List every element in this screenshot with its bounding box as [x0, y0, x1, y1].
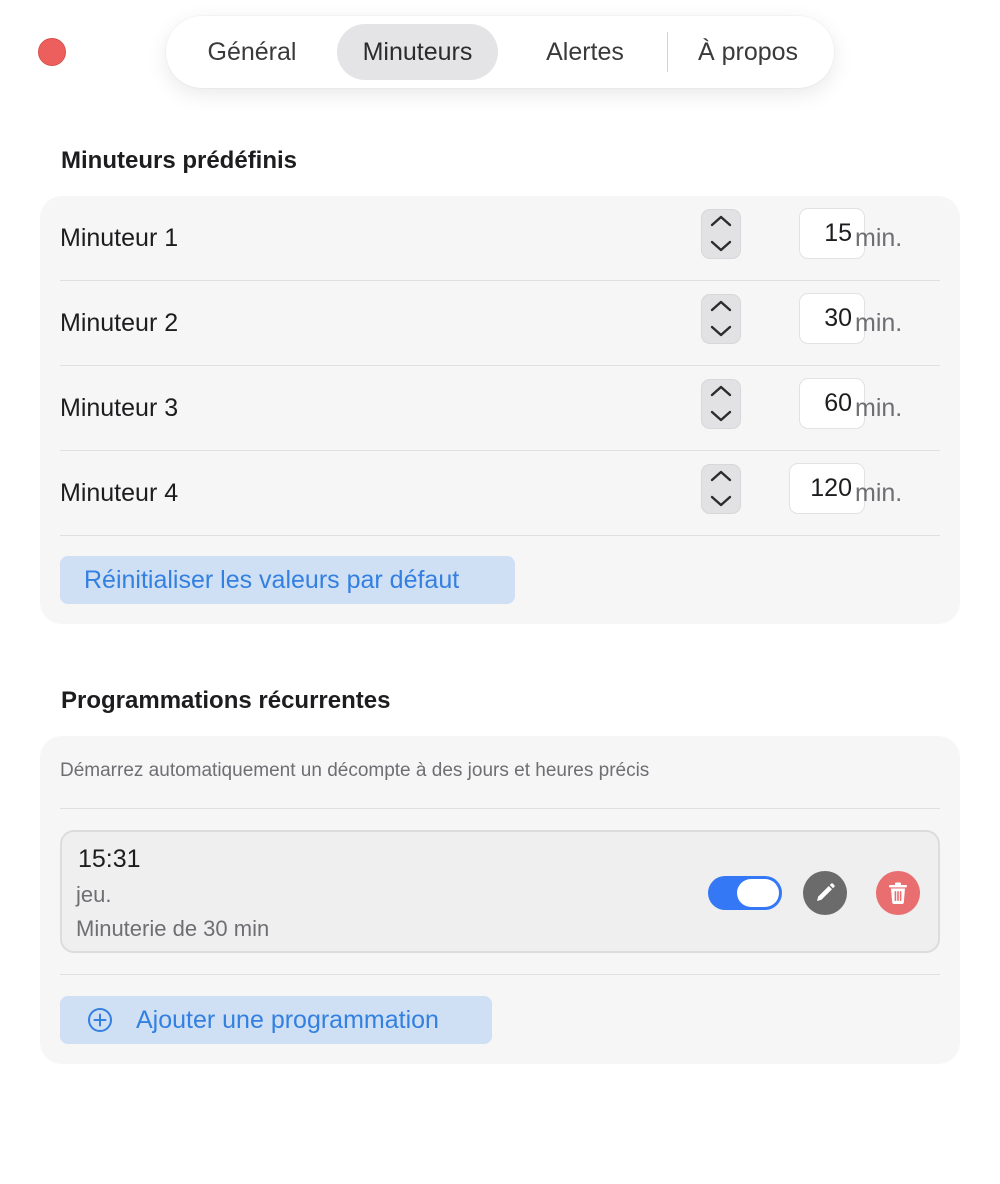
tab-separator — [667, 32, 668, 72]
presets-section-title: Minuteurs prédéfinis — [61, 147, 298, 174]
schedule-item: 15:31 jeu. Minuterie de 30 min — [60, 830, 940, 953]
row-divider — [60, 808, 940, 809]
row-divider — [60, 974, 940, 975]
stepper-increment[interactable] — [701, 209, 741, 234]
chevron-down-icon — [710, 495, 732, 507]
preset-minutes-input[interactable] — [789, 463, 865, 514]
delete-schedule-button[interactable] — [876, 871, 920, 915]
preset-stepper[interactable] — [701, 209, 741, 259]
schedules-description: Démarrez automatiquement un décompte à d… — [60, 760, 650, 781]
chevron-down-icon — [710, 325, 732, 337]
schedule-enabled-toggle[interactable] — [708, 876, 782, 910]
stepper-decrement[interactable] — [701, 234, 741, 259]
settings-window: Général Minuteurs Alertes À propos Minut… — [0, 0, 1000, 1184]
preset-row-1: Minuteur 1 min. — [60, 196, 940, 281]
presets-card: Minuteur 1 min. Minuteur 2 — [40, 196, 960, 624]
tab-general[interactable]: Général — [186, 24, 318, 80]
preset-label: Minuteur 4 — [60, 479, 179, 507]
close-icon[interactable] — [38, 38, 66, 66]
tab-bar: Général Minuteurs Alertes À propos — [166, 16, 834, 88]
plus-circle-icon — [88, 1008, 112, 1032]
add-schedule-button[interactable]: Ajouter une programmation — [60, 996, 492, 1044]
preset-unit-label: min. — [855, 394, 903, 422]
schedules-card: Démarrez automatiquement un décompte à d… — [40, 736, 960, 1064]
preset-stepper[interactable] — [701, 379, 741, 429]
chevron-up-icon — [710, 470, 732, 482]
trash-icon — [889, 882, 907, 904]
tab-a-propos[interactable]: À propos — [680, 24, 816, 80]
preset-label: Minuteur 1 — [60, 224, 179, 252]
stepper-increment[interactable] — [701, 294, 741, 319]
stepper-decrement[interactable] — [701, 404, 741, 429]
stepper-decrement[interactable] — [701, 319, 741, 344]
stepper-increment[interactable] — [701, 379, 741, 404]
preset-stepper[interactable] — [701, 294, 741, 344]
stepper-increment[interactable] — [701, 464, 741, 489]
preset-row-3: Minuteur 3 min. — [60, 366, 940, 451]
preset-unit-label: min. — [855, 224, 903, 252]
tab-alertes[interactable]: Alertes — [522, 24, 648, 80]
add-schedule-label: Ajouter une programmation — [136, 1005, 439, 1034]
preset-stepper[interactable] — [701, 464, 741, 514]
pencil-icon — [817, 883, 835, 901]
toggle-knob — [737, 879, 779, 907]
schedules-section-title: Programmations récurrentes — [61, 687, 391, 714]
preset-row-4: Minuteur 4 min. — [60, 451, 940, 536]
tab-minuteurs[interactable]: Minuteurs — [337, 24, 498, 80]
preset-label: Minuteur 2 — [60, 309, 179, 337]
stepper-decrement[interactable] — [701, 489, 741, 514]
chevron-up-icon — [710, 300, 732, 312]
chevron-down-icon — [710, 410, 732, 422]
chevron-down-icon — [710, 240, 732, 252]
schedule-days: jeu. — [76, 882, 112, 907]
preset-unit-label: min. — [855, 309, 903, 337]
preset-label: Minuteur 3 — [60, 394, 179, 422]
row-divider — [60, 535, 940, 536]
schedule-time: 15:31 — [78, 845, 141, 873]
reset-defaults-button[interactable]: Réinitialiser les valeurs par défaut — [60, 556, 515, 604]
preset-row-2: Minuteur 2 min. — [60, 281, 940, 366]
schedule-detail: Minuterie de 30 min — [76, 916, 270, 941]
chevron-up-icon — [710, 385, 732, 397]
preset-unit-label: min. — [855, 479, 903, 507]
chevron-up-icon — [710, 215, 732, 227]
edit-schedule-button[interactable] — [803, 871, 847, 915]
